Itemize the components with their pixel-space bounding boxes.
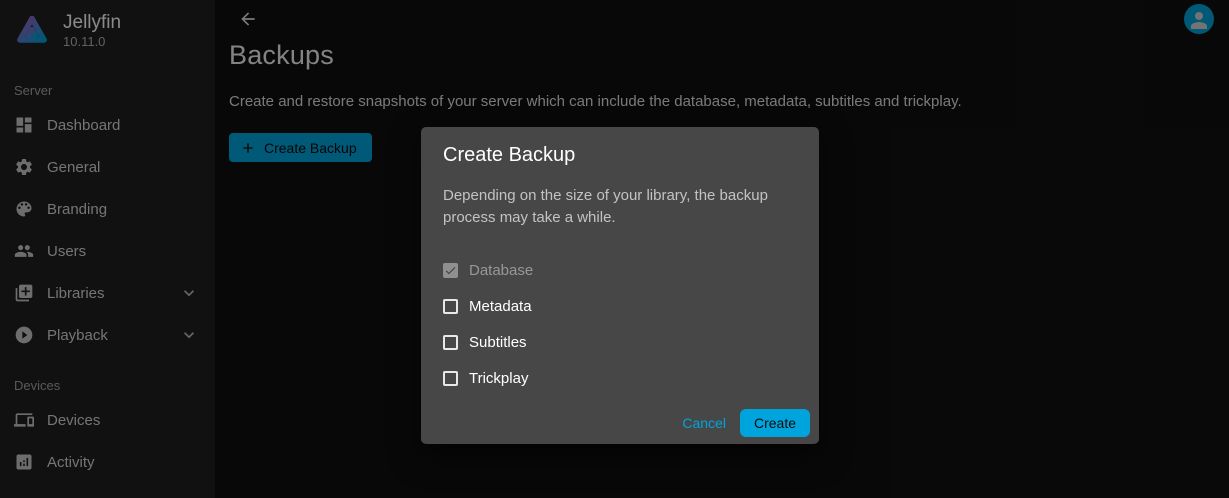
create-backup-dialog: Create Backup Depending on the size of y… bbox=[421, 127, 819, 444]
create-button[interactable]: Create bbox=[740, 409, 810, 437]
dialog-description: Depending on the size of your library, t… bbox=[443, 185, 773, 229]
checkbox-label: Database bbox=[469, 262, 533, 279]
checkbox-unchecked-icon bbox=[443, 371, 458, 386]
checkbox-label: Trickplay bbox=[469, 370, 528, 387]
dialog-footer: Cancel Create bbox=[672, 409, 810, 437]
checkbox-trickplay[interactable]: Trickplay bbox=[443, 360, 797, 396]
checkbox-unchecked-icon bbox=[443, 299, 458, 314]
checkbox-label: Subtitles bbox=[469, 334, 527, 351]
checkbox-subtitles[interactable]: Subtitles bbox=[443, 324, 797, 360]
backup-options-list: Database Metadata Subtitles Trickplay bbox=[443, 252, 797, 396]
dialog-title: Create Backup bbox=[443, 144, 797, 167]
checkbox-database: Database bbox=[443, 252, 797, 288]
checkbox-unchecked-icon bbox=[443, 335, 458, 350]
cancel-button[interactable]: Cancel bbox=[672, 409, 736, 437]
checkbox-label: Metadata bbox=[469, 298, 532, 315]
checkbox-checked-icon bbox=[443, 263, 458, 278]
jellyfin-dashboard: Jellyfin 10.11.0 Server Dashboard Genera… bbox=[0, 0, 1229, 498]
checkbox-metadata[interactable]: Metadata bbox=[443, 288, 797, 324]
